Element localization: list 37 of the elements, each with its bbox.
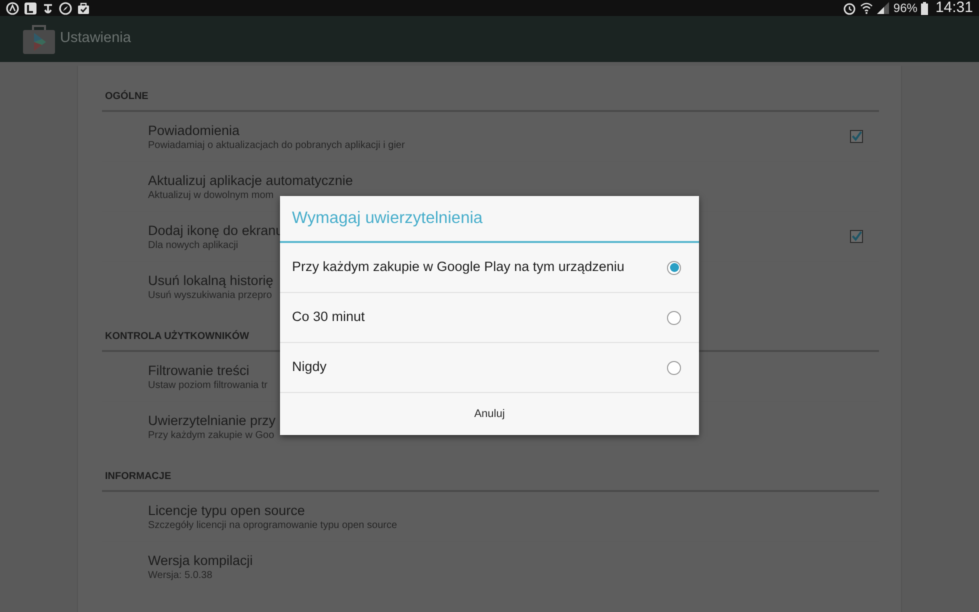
wifi-icon	[860, 2, 874, 14]
cancel-button[interactable]: Anuluj	[280, 393, 699, 435]
clock: 14:31	[935, 0, 973, 18]
battery-percentage: 96%	[893, 0, 918, 17]
setting-subtitle: Wersja: 5.0.38	[148, 569, 212, 582]
setting-subtitle: Szczegóły licencji na oprogramowanie typu open source	[148, 518, 398, 532]
radio-button[interactable]	[667, 260, 681, 274]
setting-subtitle: Dla nowych aplikacji	[148, 238, 238, 252]
setting-subtitle: Powiadamiaj o aktualizacjach do pobranych aplikacji i gier	[148, 138, 405, 152]
checkbox[interactable]	[850, 130, 863, 143]
setting-title: Wersja kompilacji	[148, 552, 253, 569]
compass-icon	[59, 2, 72, 14]
radio-button[interactable]	[667, 310, 681, 324]
checkbox[interactable]	[850, 230, 863, 243]
dialog-title: Wymagaj uwierzytelnienia	[292, 208, 483, 230]
alarm-icon	[843, 2, 856, 14]
radio-option[interactable]: Przy każdym zakupie w Google Play na tym urządzeniu	[280, 243, 699, 293]
section-header: INFORMACJE	[104, 471, 172, 482]
shopping-bag-icon[interactable]	[22, 24, 56, 54]
radio-option[interactable]: Nigdy	[280, 343, 699, 393]
setting-title: Filtrowanie treści	[148, 362, 250, 378]
radio-option[interactable]: Co 30 minut	[280, 293, 699, 343]
signal-icon	[877, 2, 890, 14]
app-bar-title: Ustawienia	[60, 29, 131, 48]
section-header: OGÓLNE	[104, 91, 148, 102]
setting-subtitle: Usuń wyszukiwania przepro	[148, 289, 272, 302]
setting-title: Usuń lokalną historię	[148, 272, 274, 289]
battery-icon	[921, 2, 928, 14]
setting-title: Powiadomienia	[148, 122, 240, 138]
radio-button[interactable]	[667, 360, 681, 374]
setting-subtitle: Aktualizuj w dowolnym mom	[148, 188, 274, 202]
section-header: KONTROLA UŻYTKOWNIKÓW	[104, 331, 250, 342]
setting-subtitle: Ustaw poziom filtrowania tr	[148, 378, 268, 392]
setting-title: Uwierzytelnianie przy	[148, 412, 276, 429]
setting-title: Licencje typu open source	[148, 502, 305, 518]
setting-title: Aktualizuj aplikacje automatycznie	[148, 172, 353, 188]
setting-subtitle: Przy każdym zakupie w Goo	[148, 429, 274, 442]
